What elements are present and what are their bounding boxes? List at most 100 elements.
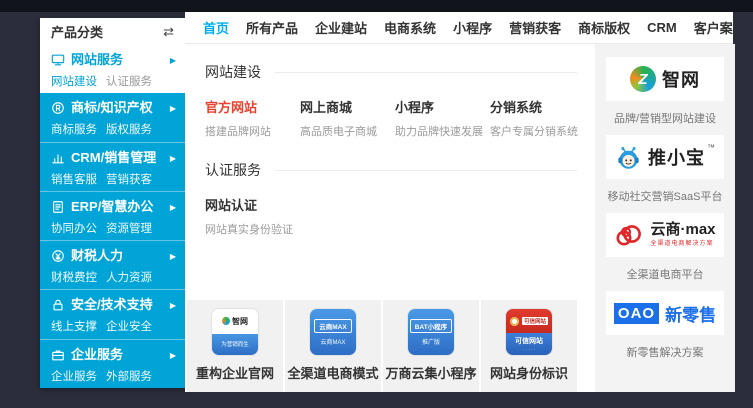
- nav-item-home[interactable]: 首页: [203, 18, 229, 37]
- sidebar-item-label: CRM/销售管理: [71, 150, 156, 166]
- cloud-rings-icon: [614, 222, 644, 248]
- sidebar-item-label: 财税人力: [71, 248, 123, 264]
- product-link[interactable]: 网上商城: [300, 97, 395, 116]
- sidebar-sublinks: 财税费控人力资源: [51, 269, 175, 285]
- sidebar-sublink[interactable]: 财税费控: [51, 269, 97, 285]
- product-link[interactable]: 网站认证: [205, 195, 300, 214]
- sidebar-item-trademark-ip[interactable]: 商标/知识产权▶商标服务版权服务: [40, 93, 185, 141]
- sidebar-sublinks: 企业服务外部服务: [51, 368, 175, 384]
- app-tile-website-identity[interactable]: 可信网站可信网站· · · · ·网站身份标识: [481, 300, 577, 392]
- sidebar-sublink[interactable]: 认证服务: [106, 73, 152, 89]
- sidebar-sublink[interactable]: 网站建设: [51, 73, 97, 89]
- brand-sidebar: Z智网品牌/营销型网站建设推小宝™移动社交营销SaaS平台云商·max全渠道电商…: [595, 44, 735, 392]
- sidebar-item-label: 企业服务: [71, 347, 123, 363]
- sidebar-item-website-services[interactable]: 网站服务▶网站建设认证服务: [40, 45, 185, 93]
- product-desc: 助力品牌快速发展: [395, 123, 490, 139]
- section-title-row: 认证服务: [205, 160, 577, 180]
- app-tile-label: 万商云集小程序: [385, 363, 476, 382]
- sidebar-sublink[interactable]: 线上支撑: [51, 318, 97, 334]
- nav-item-crm[interactable]: CRM: [647, 20, 677, 35]
- swap-icon[interactable]: ⇄: [163, 24, 174, 40]
- nav-item-website-building[interactable]: 企业建站: [315, 18, 367, 37]
- brand-name: 推小宝: [648, 144, 705, 170]
- sidebar-sublink[interactable]: 协同办公: [51, 220, 97, 236]
- sidebar-item-crm-sales[interactable]: CRM/销售管理▶销售客服营销获客: [40, 142, 185, 191]
- product-link[interactable]: 小程序: [395, 97, 490, 116]
- briefcase-icon: [51, 348, 65, 362]
- app-tile-wanshang-miniprogram[interactable]: BAT小程序推广版万商云集小程序: [383, 300, 479, 392]
- trust-label-text: 可信网站: [515, 336, 543, 346]
- content-panel: 网站建设官方网站搭建品牌网站网上商城高品质电子商城小程序助力品牌快速发展分销系统…: [185, 44, 595, 392]
- trademark-symbol: ™: [707, 143, 715, 152]
- coins-icon: [51, 249, 65, 263]
- sidebar-item-title: 网站服务: [51, 52, 175, 68]
- nav-item-marketing[interactable]: 营销获客: [509, 18, 561, 37]
- brand-caption: 全渠道电商平台: [627, 266, 704, 282]
- brand-card-oao[interactable]: OAO新零售: [606, 291, 724, 335]
- sidebar-item-security-support[interactable]: 安全/技术支持▶线上支撑企业安全: [40, 289, 185, 338]
- brand-group-yunshang-max: 云商·max全渠道电商解决方案全渠道电商平台: [606, 213, 724, 282]
- app-tile-label: 网站身份标识: [490, 363, 568, 382]
- sidebar-header: 产品分类 ⇄: [40, 18, 185, 45]
- nav-item-trademark-copyright[interactable]: 商标版权: [578, 18, 630, 37]
- brand-text-block: 云商·max全渠道电商解决方案: [650, 222, 715, 247]
- brand-tagline: 全渠道电商解决方案: [650, 241, 713, 248]
- brand-card-yunshang-max[interactable]: 云商·max全渠道电商解决方案: [606, 213, 724, 257]
- section-title-row: 网站建设: [205, 62, 577, 82]
- sidebar-sublink[interactable]: 销售客服: [51, 171, 97, 187]
- brand-group-oao: OAO新零售新零售解决方案: [606, 291, 724, 360]
- sidebar-sublinks: 网站建设认证服务: [51, 73, 175, 89]
- sidebar-sublink[interactable]: 人力资源: [106, 269, 152, 285]
- product-link[interactable]: 分销系统: [490, 97, 585, 116]
- sidebar-item-finance-hr[interactable]: 财税人力 ▶ 财税费控人力资源: [40, 240, 185, 289]
- sidebar-sublink[interactable]: 企业安全: [106, 318, 152, 334]
- section-title: 网站建设: [205, 62, 261, 82]
- sidebar-sublink[interactable]: 资源管理: [106, 220, 152, 236]
- app-icon-body: 云商MAX云商MAX: [310, 309, 356, 355]
- product-desc: 网站真实身份验证: [205, 221, 300, 237]
- lock-icon: [51, 298, 65, 312]
- chevron-right-icon: ▶: [170, 203, 176, 212]
- nav-item-mini-program[interactable]: 小程序: [453, 18, 492, 37]
- nav-item-all-products[interactable]: 所有产品: [246, 18, 298, 37]
- brand-caption: 新零售解决方案: [627, 344, 704, 360]
- app-icon-line: 为营销而生: [221, 340, 249, 348]
- product-item: 分销系统客户专属分销系统: [490, 97, 585, 139]
- top-navigation: 首页所有产品企业建站电商系统小程序营销获客商标版权 CRM 客户案例: [185, 12, 733, 44]
- sidebar-sublink[interactable]: 商标服务: [51, 121, 97, 137]
- sidebar-item-label: 商标/知识产权: [71, 100, 153, 116]
- trust-app-icon: 可信网站可信网站· · · · ·: [506, 309, 552, 355]
- nav-item-ecommerce-system[interactable]: 电商系统: [384, 18, 436, 37]
- sidebar-item-title: 财税人力: [51, 248, 175, 264]
- product-desc: 搭建品牌网站: [205, 123, 300, 139]
- product-item: 网上商城高品质电子商城: [300, 97, 395, 139]
- product-link[interactable]: 官方网站: [205, 97, 300, 116]
- nav-item-customer-cases[interactable]: 客户案例: [694, 18, 733, 37]
- sidebar-sublink[interactable]: 企业服务: [51, 368, 97, 384]
- sidebar-item-enterprise-services[interactable]: 企业服务▶企业服务外部服务: [40, 339, 185, 388]
- brand-group-zhiwang: Z智网品牌/营销型网站建设: [606, 57, 724, 126]
- sidebar-item-title: 商标/知识产权: [51, 100, 175, 116]
- sidebar-item-title: 安全/技术支持: [51, 297, 175, 313]
- app-icon-body: BAT小程序推广版: [408, 309, 454, 355]
- brand-caption: 品牌/营销型网站建设: [614, 110, 716, 126]
- robot-mascot-icon: [615, 144, 642, 171]
- yunshang-app-icon: 云商MAX云商MAX: [310, 309, 356, 355]
- zhiwang-logo-icon: Z: [630, 66, 656, 92]
- sidebar-sublink[interactable]: 营销获客: [106, 171, 152, 187]
- sidebar-sublink[interactable]: 外部服务: [106, 368, 152, 384]
- section-divider-line: [275, 170, 577, 171]
- app-tile-omnichannel-ecommerce[interactable]: 云商MAX云商MAX全渠道电商模式: [285, 300, 381, 392]
- product-row: 官方网站搭建品牌网站网上商城高品质电子商城小程序助力品牌快速发展分销系统客户专属…: [205, 97, 595, 139]
- app-tile-rebuild-website[interactable]: 智网为营销而生重构企业官网: [187, 300, 283, 392]
- sidebar-sublink[interactable]: 版权服务: [106, 121, 152, 137]
- sidebar-title: 产品分类: [51, 22, 103, 41]
- trust-seal-band: 可信网站: [506, 309, 552, 333]
- sidebar-item-erp-office[interactable]: ERP/智慧办公▶协同办公资源管理: [40, 191, 185, 240]
- app-icon-brand-text: 云商MAX: [314, 319, 351, 333]
- brand-card-tuixiaobao[interactable]: 推小宝™: [606, 135, 724, 179]
- chevron-right-icon: ▶: [170, 252, 176, 261]
- brand-card-zhiwang[interactable]: Z智网: [606, 57, 724, 101]
- oao-logo-box: OAO: [614, 303, 659, 324]
- brand-name: 智网: [662, 66, 700, 92]
